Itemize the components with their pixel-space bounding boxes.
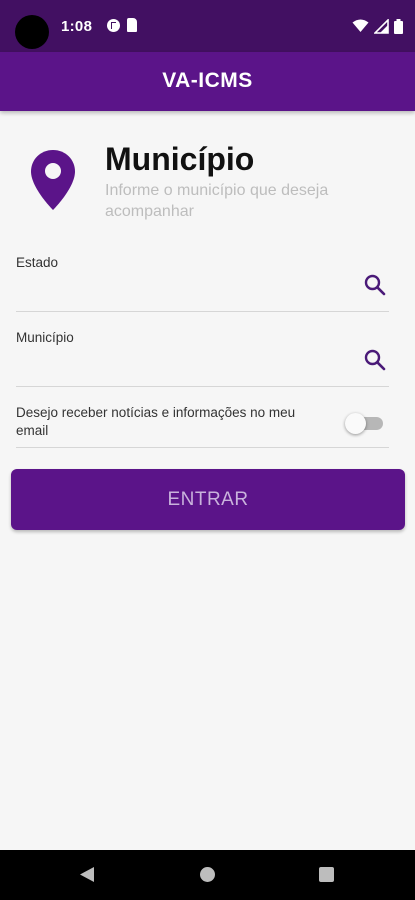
- status-bar: 1:08: [0, 0, 415, 52]
- signal-icon: [374, 18, 389, 34]
- municipio-label: Município: [16, 330, 74, 345]
- municipio-input[interactable]: [16, 350, 350, 384]
- home-icon[interactable]: [200, 867, 215, 882]
- page-subtitle: Informe o município que deseja acompanha…: [105, 182, 329, 220]
- app-bar: VA-ICMS: [0, 52, 415, 111]
- location-pin-icon: [31, 150, 75, 210]
- battery-icon: [394, 18, 403, 34]
- toggle-thumb[interactable]: [345, 413, 366, 434]
- newsletter-label: Desejo receber notícias e informações no…: [16, 405, 296, 438]
- page-title: Município: [105, 141, 255, 177]
- sim-card-icon: [127, 18, 137, 32]
- newsletter-toggle[interactable]: [345, 412, 385, 434]
- enter-button[interactable]: ENTRAR: [11, 469, 405, 530]
- app-title: VA-ICMS: [162, 69, 253, 92]
- estado-field[interactable]: Estado: [16, 255, 389, 312]
- estado-label: Estado: [16, 255, 59, 270]
- search-icon[interactable]: [364, 274, 386, 296]
- wifi-icon: [352, 19, 369, 32]
- search-icon[interactable]: [364, 349, 386, 371]
- estado-input[interactable]: [16, 275, 350, 309]
- recents-icon[interactable]: [319, 867, 334, 882]
- status-indicators: [352, 16, 403, 36]
- newsletter-toggle-row: Desejo receber notícias e informações no…: [16, 403, 389, 448]
- system-nav-bar: [0, 850, 415, 900]
- status-time: 1:08: [61, 18, 93, 35]
- back-icon[interactable]: [79, 866, 95, 883]
- camera-cutout: [15, 15, 49, 49]
- notification-icon: [107, 19, 120, 32]
- municipio-field[interactable]: Município: [16, 330, 389, 387]
